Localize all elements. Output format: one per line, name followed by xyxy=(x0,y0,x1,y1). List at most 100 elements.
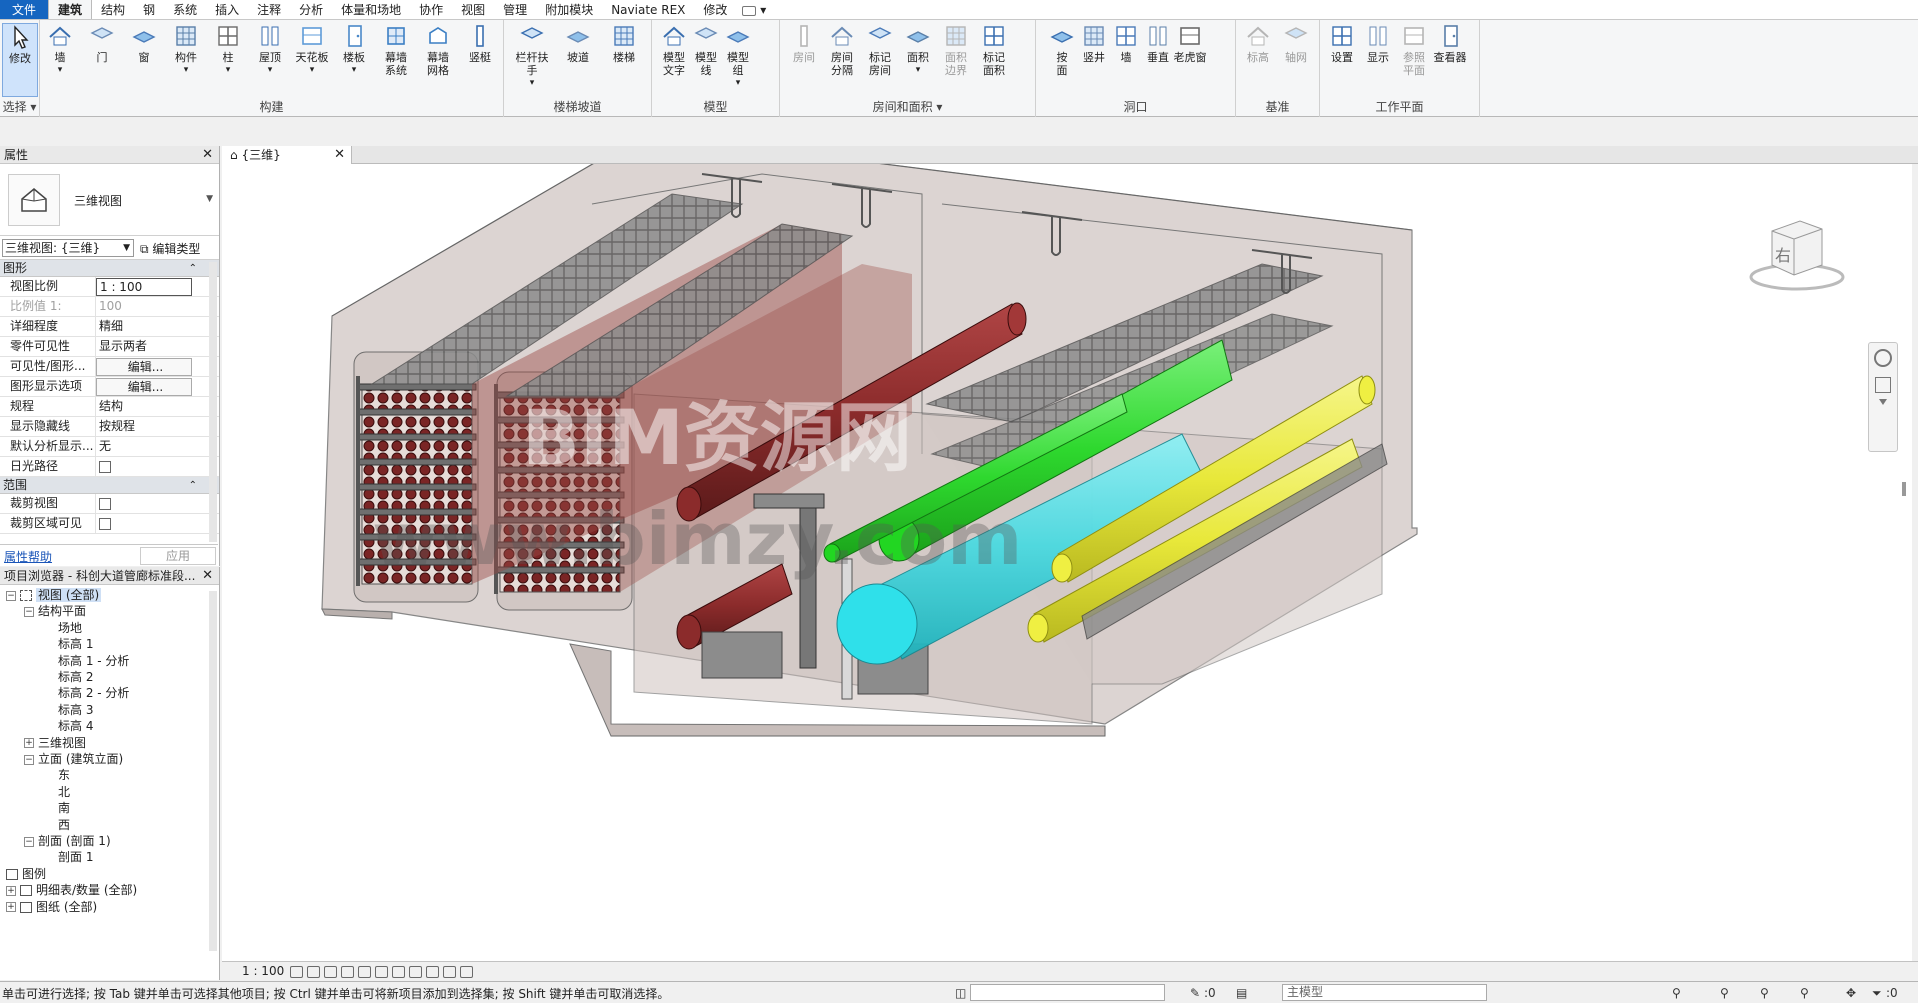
utility-tunnel-model[interactable]: BIM资源网 www.bimzy.com xyxy=(222,164,1912,961)
properties-help-link[interactable]: 属性帮助 xyxy=(4,548,52,565)
ribbon-build-button-4[interactable]: 柱 ▾ xyxy=(210,23,246,77)
collapse-icon[interactable]: − xyxy=(6,590,16,601)
ribbon-opening-button-4[interactable]: 老虎窗 xyxy=(1172,23,1208,64)
ribbon-build-button-9[interactable]: 幕墙 网格 xyxy=(420,23,456,77)
expand-icon[interactable]: + xyxy=(24,738,34,749)
browser-node[interactable]: 东 xyxy=(42,767,70,783)
ribbon-build-button-0[interactable]: 墙 ▾ xyxy=(42,23,78,77)
menu-tab-6[interactable]: 注释 xyxy=(248,0,290,19)
drag-select-icon[interactable]: ✥ xyxy=(1846,986,1856,1000)
browser-node[interactable]: − 立面 (建筑立面) xyxy=(24,751,123,767)
menu-tab-8[interactable]: 体量和场地 xyxy=(332,0,410,19)
menu-tab-5[interactable]: 插入 xyxy=(206,0,248,19)
crop-visibility-icon[interactable] xyxy=(392,966,405,978)
group-graphics[interactable]: 图形 ⌃ xyxy=(0,260,219,277)
zoom-region-icon[interactable] xyxy=(1875,377,1891,393)
edit-type-button[interactable]: ⧉ 编辑类型 xyxy=(140,240,200,257)
collapse-icon[interactable]: − xyxy=(24,836,34,847)
tab-3d-view[interactable]: ⌂ {三维} ✕ xyxy=(222,146,352,164)
3d-view-canvas[interactable]: BIM资源网 www.bimzy.com 右 xyxy=(222,164,1912,961)
pinned-select-icon[interactable]: ⚲ xyxy=(1760,986,1769,1000)
close-icon[interactable]: ✕ xyxy=(202,146,213,164)
menu-tab-10[interactable]: 视图 xyxy=(452,0,494,19)
browser-node[interactable]: 标高 3 xyxy=(42,702,93,718)
menu-tab-7[interactable]: 分析 xyxy=(290,0,332,19)
browser-node[interactable]: 标高 4 xyxy=(42,718,93,734)
worksets-icon[interactable]: ◫ xyxy=(955,986,966,1000)
ribbon-workplane-button-1[interactable]: 显示 xyxy=(1360,23,1396,64)
collapse-icon[interactable]: − xyxy=(24,754,34,765)
ribbon-room-button-0[interactable]: 房间 xyxy=(786,23,822,64)
ribbon-opening-button-1[interactable]: 竖井 xyxy=(1076,23,1112,64)
ribbon-datum-button-0[interactable]: 标高 xyxy=(1240,23,1276,64)
ribbon-room-button-1[interactable]: 房间 分隔 xyxy=(824,23,860,77)
lock-3d-icon[interactable] xyxy=(409,966,422,978)
underlay-select-icon[interactable]: ⚲ xyxy=(1720,986,1729,1000)
browser-node[interactable]: − 结构平面 xyxy=(24,603,86,619)
browser-node[interactable]: 北 xyxy=(42,784,70,800)
ribbon-room-button-5[interactable]: 标记 面积 xyxy=(976,23,1012,77)
render-icon[interactable] xyxy=(358,966,371,978)
ribbon-room-button-4[interactable]: 面积 边界 xyxy=(938,23,974,77)
workset-field[interactable] xyxy=(970,984,1165,1001)
menu-tab-0[interactable]: 文件 xyxy=(0,0,49,19)
ribbon-opening-button-2[interactable]: 墙 xyxy=(1108,23,1144,64)
filter-icon[interactable]: ⏷ xyxy=(1872,986,1882,1001)
ribbon-room-button-2[interactable]: 标记 房间 xyxy=(862,23,898,77)
browser-node[interactable]: 标高 1 - 分析 xyxy=(42,653,129,669)
ribbon-build-button-6[interactable]: 天花板 ▾ xyxy=(294,23,330,77)
editable-icon[interactable]: ✎ xyxy=(1190,986,1200,1000)
menu-tab-12[interactable]: 附加模块 xyxy=(536,0,602,19)
face-select-icon[interactable]: ⚲ xyxy=(1800,986,1809,1000)
browser-node[interactable]: 剖面 1 xyxy=(42,849,93,865)
ribbon-model-button-2[interactable]: 模型 组 ▾ xyxy=(720,23,756,90)
ribbon-build-button-10[interactable]: 竖梃 xyxy=(462,23,498,64)
ribbon-opening-button-3[interactable]: 垂直 xyxy=(1140,23,1176,64)
property-value[interactable]: 精细 xyxy=(96,317,192,336)
detail-level-icon[interactable] xyxy=(290,966,303,978)
design-option-field[interactable]: 主模型 xyxy=(1282,984,1487,1001)
property-value[interactable]: 无 xyxy=(96,437,192,456)
canvas-scroll-handle[interactable] xyxy=(1902,482,1906,496)
checkbox[interactable] xyxy=(99,460,111,473)
visual-style-icon[interactable] xyxy=(307,966,320,978)
type-selector[interactable]: 三维视图 ▼ xyxy=(0,164,219,236)
menu-tab-3[interactable]: 钢 xyxy=(134,0,164,19)
ribbon-opening-button-0[interactable]: 按 面 xyxy=(1044,23,1080,77)
browser-node[interactable]: + 图纸 (全部) xyxy=(6,899,97,915)
browser-node[interactable]: − 视图 (全部) xyxy=(6,587,102,603)
chevron-down-icon[interactable] xyxy=(1879,399,1887,405)
browser-node[interactable]: 西 xyxy=(42,817,70,833)
ribbon-stairs-button-1[interactable]: 坡道 xyxy=(560,23,596,64)
menu-tab-4[interactable]: 系统 xyxy=(164,0,206,19)
browser-node[interactable]: 图例 xyxy=(6,866,46,882)
menu-tab-13[interactable]: Naviate REX xyxy=(602,0,694,19)
browser-node[interactable]: + 明细表/数量 (全部) xyxy=(6,882,137,898)
expand-icon[interactable]: + xyxy=(6,902,16,913)
ribbon-build-button-7[interactable]: 楼板 ▾ xyxy=(336,23,372,77)
checkbox[interactable] xyxy=(99,497,111,510)
menu-tab-2[interactable]: 结构 xyxy=(92,0,134,19)
reveal-hidden-icon[interactable] xyxy=(443,966,456,978)
browser-node[interactable]: 标高 1 xyxy=(42,636,93,652)
instance-filter-select[interactable]: 三维视图: {三维} ▼ xyxy=(2,239,134,257)
property-value[interactable]: 1 : 100 xyxy=(96,278,192,296)
modify-button[interactable]: 修改 xyxy=(2,23,38,97)
contextual-tab-dropdown[interactable]: ▾ xyxy=(736,0,772,19)
close-icon[interactable]: ✕ xyxy=(334,146,345,164)
ribbon-datum-button-1[interactable]: 轴网 xyxy=(1278,23,1314,64)
ribbon-build-button-5[interactable]: 屋顶 ▾ xyxy=(252,23,288,77)
ribbon-stairs-button-2[interactable]: 楼梯 xyxy=(606,23,642,64)
property-value[interactable]: 编辑... xyxy=(96,358,192,376)
collapse-icon[interactable]: − xyxy=(24,606,34,617)
ribbon-workplane-button-3[interactable]: 查看器 xyxy=(1432,23,1468,64)
ribbon-workplane-button-2[interactable]: 参照 平面 xyxy=(1396,23,1432,77)
temp-hide-icon[interactable] xyxy=(426,966,439,978)
ribbon-model-button-1[interactable]: 模型 线 xyxy=(688,23,724,77)
ribbon-build-button-8[interactable]: 幕墙 系统 xyxy=(378,23,414,77)
ribbon-workplane-button-0[interactable]: 设置 xyxy=(1324,23,1360,64)
ribbon-stairs-button-0[interactable]: 栏杆扶手 ▾ xyxy=(514,23,550,90)
apply-button[interactable]: 应用 xyxy=(140,547,216,565)
link-select-icon[interactable]: ⚲ xyxy=(1672,986,1681,1000)
menu-tab-9[interactable]: 协作 xyxy=(410,0,452,19)
